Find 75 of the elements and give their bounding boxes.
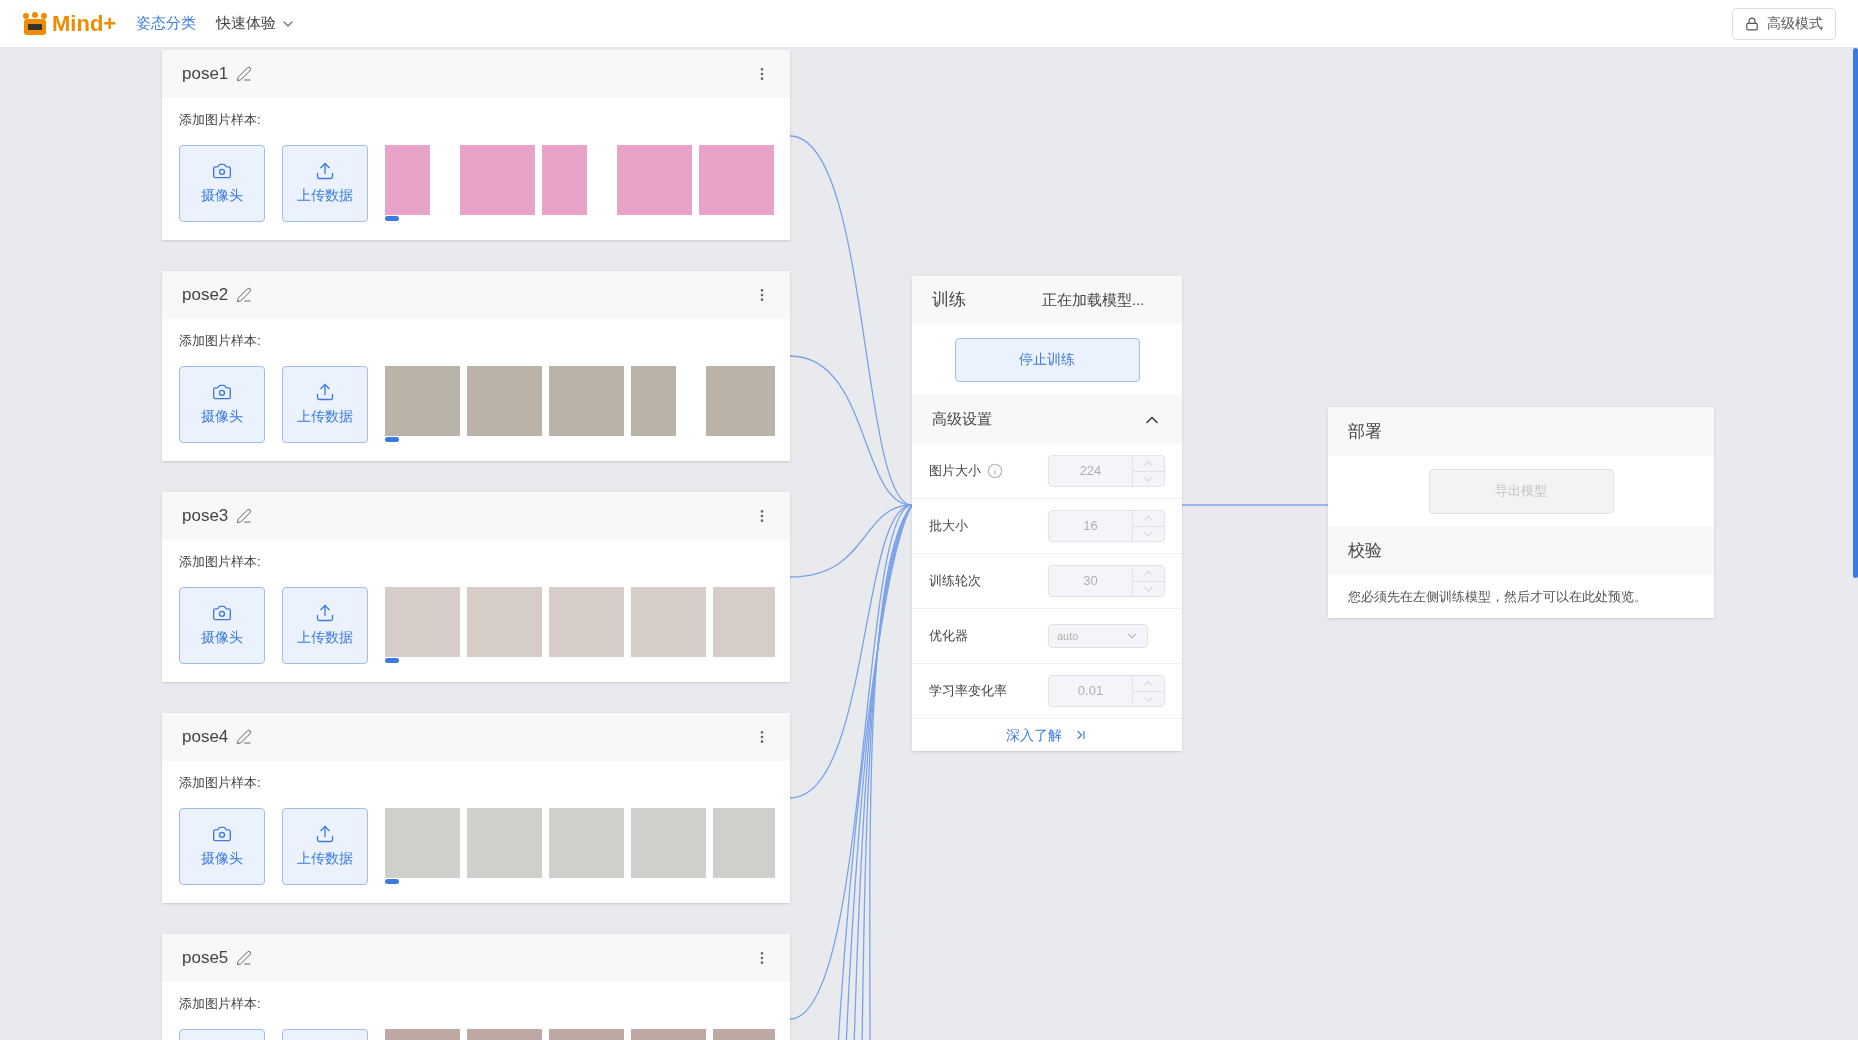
add-samples-label: 添加图片样本: [179, 774, 262, 792]
upload-button[interactable]: 上传数据 [282, 366, 368, 443]
camera-button[interactable]: 摄像头 [179, 366, 265, 443]
setting-label: 图片大小 [929, 462, 981, 481]
photo-placeholder[interactable] [549, 366, 624, 436]
robot-logo-icon [22, 11, 48, 36]
edit-icon[interactable] [236, 508, 253, 524]
photo-placeholder[interactable] [467, 587, 542, 657]
preview-message: 您必须先在左侧训练模型，然后才可以在此处预览。 [1348, 587, 1647, 606]
photo-placeholder[interactable] [460, 145, 535, 215]
class-name[interactable]: pose4 [182, 724, 229, 750]
photo-placeholder[interactable] [385, 145, 430, 215]
camera-button[interactable]: 摄像头 [179, 145, 265, 222]
add-samples-label: 添加图片样本: [179, 111, 262, 129]
photo-placeholder[interactable] [385, 587, 460, 657]
add-samples-label: 添加图片样本: [179, 995, 262, 1013]
scroll-indicator [385, 658, 399, 663]
panel-title: 训练 [932, 289, 967, 312]
photo-placeholder[interactable] [385, 366, 460, 436]
scroll-indicator [385, 437, 399, 442]
camera-icon [212, 161, 232, 181]
nav-tab[interactable]: 姿态分类 [136, 12, 197, 35]
add-samples-label: 添加图片样本: [179, 332, 262, 350]
upload-icon [315, 603, 335, 623]
photo-placeholder[interactable] [706, 366, 775, 436]
upload-icon [315, 161, 335, 181]
training-status: 正在加载模型... [1042, 289, 1145, 310]
class-name[interactable]: pose2 [182, 282, 229, 308]
setting-label: 优化器 [929, 627, 968, 646]
camera-icon [212, 382, 232, 402]
camera-button[interactable]: 摄像头 [179, 587, 265, 664]
upload-icon [315, 824, 335, 844]
setting-label: 批大小 [929, 517, 968, 536]
photo-placeholder[interactable] [631, 587, 706, 657]
photo-placeholder[interactable] [631, 808, 706, 878]
class-name[interactable]: pose3 [182, 503, 229, 529]
photo-placeholder[interactable] [617, 145, 692, 215]
edit-icon[interactable] [236, 950, 253, 966]
photo-placeholder[interactable] [631, 366, 676, 436]
scroll-indicator [385, 216, 399, 221]
photo-placeholder[interactable] [699, 145, 774, 215]
lock-icon [1745, 16, 1759, 31]
photo-placeholder[interactable] [467, 366, 542, 436]
upload-button[interactable]: 上传数据 [282, 808, 368, 885]
advanced-settings-header[interactable]: 高级设置 [912, 395, 1182, 444]
nav-tab[interactable]: 快速体验 [216, 12, 297, 35]
upload-icon [315, 382, 335, 402]
camera-icon [212, 603, 232, 623]
edit-icon[interactable] [236, 287, 253, 303]
upload-button[interactable]: 上传数据 [282, 587, 368, 664]
add-samples-label: 添加图片样本: [179, 553, 262, 571]
camera-button[interactable]: 摄像头 [179, 808, 265, 885]
class-name[interactable]: pose5 [182, 945, 229, 971]
edit-icon[interactable] [236, 66, 253, 82]
photo-placeholder[interactable] [549, 587, 624, 657]
chevron-last-icon [1074, 728, 1088, 742]
panel-title: 部署 [1348, 420, 1382, 443]
upload-button[interactable]: 上传数据 [282, 145, 368, 222]
scroll-indicator [385, 879, 399, 884]
panel-title: 校验 [1348, 539, 1382, 562]
advanced-mode-button[interactable]: 高级模式 [1732, 7, 1836, 40]
photo-placeholder[interactable] [713, 587, 775, 657]
photo-placeholder[interactable] [385, 808, 460, 878]
setting-label: 学习率变化率 [929, 682, 1007, 701]
photo-placeholder[interactable] [713, 808, 775, 878]
photo-placeholder[interactable] [549, 808, 624, 878]
logo-text: Mind+ [52, 10, 117, 38]
stop-training-button[interactable]: 停止训练 [954, 337, 1140, 382]
edit-icon[interactable] [236, 729, 253, 745]
photo-placeholder[interactable] [467, 808, 542, 878]
class-name[interactable]: pose1 [182, 61, 229, 87]
setting-label: 训练轮次 [929, 572, 981, 591]
learn-more-link[interactable]: 深入了解 [1006, 724, 1062, 746]
camera-icon [212, 824, 232, 844]
photo-placeholder[interactable] [542, 145, 587, 215]
